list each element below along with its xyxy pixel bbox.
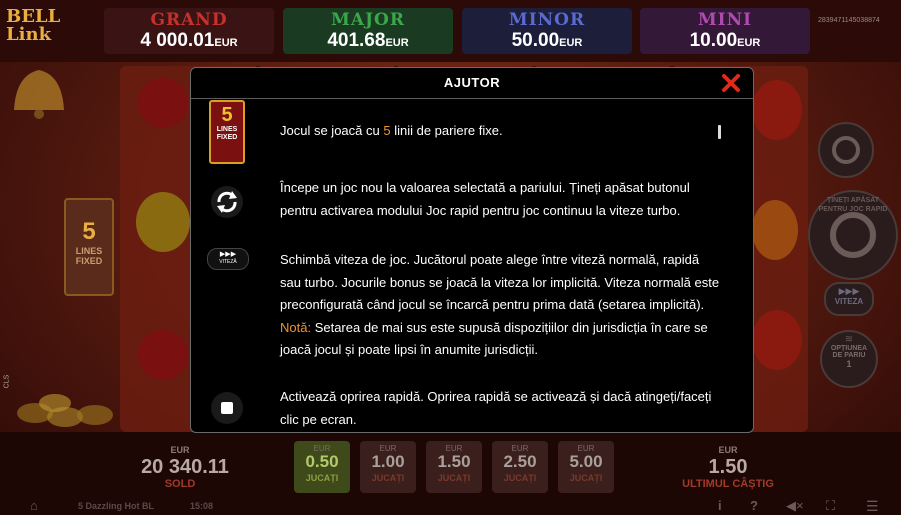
footer-bar: ⌂ 5 Dazzling Hot BL 15:08 i ? ◀× ⛶ ☰	[0, 498, 901, 515]
cherry-symbol	[138, 330, 188, 380]
close-button[interactable]	[719, 71, 743, 95]
help-dialog: AJUTOR 5 LINES FIXED Jocul se joacă cu 5…	[190, 67, 754, 433]
lines-fixed-badge: 5 LINES FIXED	[64, 198, 114, 296]
jackpot-bar: BELL Link GRAND 4 000.01EUR MAJOR 401.68…	[0, 0, 901, 62]
game-logo: BELL Link	[6, 6, 61, 45]
bet-button-4[interactable]: EUR 2.50 JUCAȚI	[492, 441, 548, 493]
jackpot-currency: EUR	[385, 37, 409, 49]
watermelon-symbol	[752, 310, 802, 370]
jackpot-currency: EUR	[737, 37, 761, 49]
bell-icon	[4, 60, 74, 120]
balance-label: SOLD	[164, 478, 196, 490]
info-icon[interactable]: i	[718, 498, 722, 513]
last-win-value: 1.50	[708, 456, 748, 478]
autoplay-refresh-icon	[209, 184, 245, 225]
bet-button-5[interactable]: EUR 5.00 JUCAȚI	[558, 441, 614, 493]
jackpot-amount: 4 000.01	[140, 30, 215, 51]
coins-stack-icon: ≋	[844, 334, 854, 345]
last-win-label: ULTIMUL CÂȘTIG	[682, 478, 774, 490]
note-label: Notă:	[280, 319, 312, 335]
lemon-symbol	[136, 192, 190, 252]
jackpot-grand: GRAND 4 000.01EUR	[104, 8, 274, 54]
help-item-spin: Începe un joc nou la valoarea selectată …	[280, 180, 690, 218]
jackpot-currency: EUR	[559, 37, 583, 49]
jackpot-currency: EUR	[214, 37, 238, 49]
close-icon	[722, 74, 740, 92]
spin-hold-text: ȚINEȚI APĂSAT PENTRU JOC RAPID	[818, 197, 888, 213]
orange-symbol	[752, 200, 798, 260]
sound-icon[interactable]: ◀×	[786, 498, 804, 514]
speed-icon: ▶▶▶ VITEZĂ	[207, 248, 249, 270]
jackpot-minor: MINOR 50.00EUR	[462, 8, 632, 54]
autoplay-button[interactable]	[818, 122, 874, 178]
footer-time: 15:08	[190, 501, 214, 511]
quick-stop-icon	[209, 390, 245, 431]
help-item-quickstop: Activează oprirea rapidă. Oprirea rapidă…	[280, 389, 712, 427]
jackpot-name: MINOR	[508, 10, 586, 30]
autoplay-icon	[832, 136, 860, 164]
cherry-symbol	[138, 78, 188, 128]
speed-button[interactable]: ▶▶▶ VITEZA	[824, 282, 874, 316]
balance-currency: EUR	[170, 445, 190, 455]
jackpot-amount: 10.00	[689, 30, 738, 51]
bet-button-2[interactable]: EUR 1.00 JUCAȚI	[360, 441, 416, 493]
jackpot-amount: 401.68	[327, 30, 386, 51]
jackpot-name: MAJOR	[331, 10, 405, 30]
jackpot-major: MAJOR 401.68EUR	[283, 8, 453, 54]
scrollbar-thumb[interactable]	[718, 125, 721, 139]
jackpot-mini: MINI 10.00EUR	[640, 8, 810, 54]
lines-fixed-icon: 5 LINES FIXED	[209, 100, 245, 164]
help-item-lines: Jocul se joacă cu 5 linii de pariere fix…	[280, 123, 503, 138]
watermelon-symbol	[752, 80, 802, 140]
footer-game-name: 5 Dazzling Hot BL	[78, 501, 154, 511]
last-win-currency: EUR	[718, 445, 738, 455]
help-icon[interactable]: ?	[750, 498, 758, 513]
spin-button[interactable]: ȚINEȚI APĂSAT PENTRU JOC RAPID	[808, 190, 898, 280]
home-icon[interactable]: ⌂	[30, 498, 38, 513]
coins-icon	[10, 385, 120, 430]
left-vertical-label: CLS	[3, 374, 11, 389]
fullscreen-icon[interactable]: ⛶	[826, 498, 835, 514]
menu-icon[interactable]: ☰	[866, 498, 879, 515]
jackpot-amount: 50.00	[511, 30, 560, 51]
jackpot-name: MINI	[697, 10, 753, 30]
speed-icon: ▶▶▶	[838, 286, 860, 296]
help-item-speed: Schimbă viteza de joc. Jucătorul poate a…	[280, 252, 720, 358]
dialog-title: AJUTOR	[443, 75, 501, 90]
bet-button-1[interactable]: EUR 0.50 JUCAȚI	[294, 441, 350, 493]
dialog-header: AJUTOR	[191, 68, 753, 99]
game-id: 2839471145038874	[818, 17, 880, 24]
bet-button-3[interactable]: EUR 1.50 JUCAȚI	[426, 441, 482, 493]
bet-option-button[interactable]: ≋ OPȚIUNEA DE PARIU 1	[820, 330, 878, 388]
balance-value: 20 340.11	[141, 456, 229, 478]
jackpot-name: GRAND	[150, 10, 228, 30]
